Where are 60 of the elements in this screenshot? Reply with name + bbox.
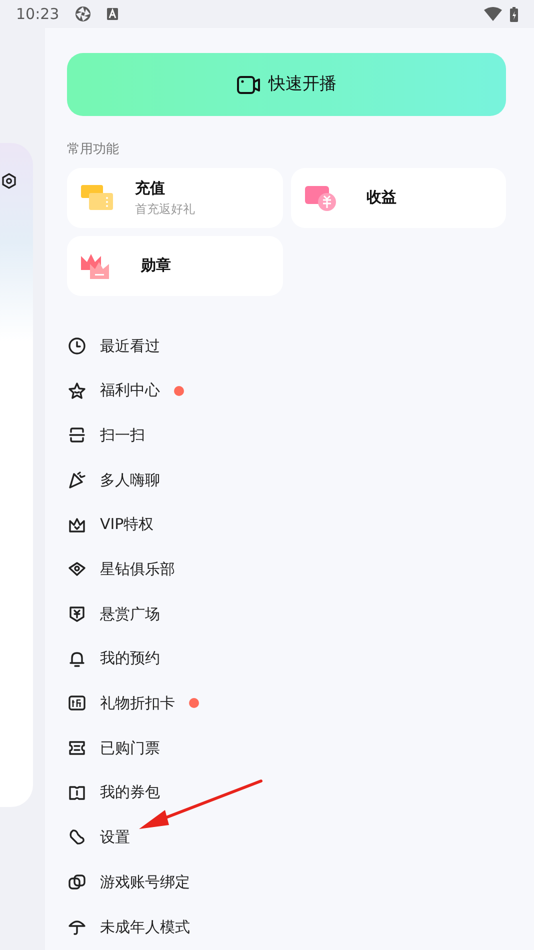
card-title: 充值 xyxy=(135,178,166,200)
card-title: 勋章 xyxy=(141,255,171,276)
diamond-eye-icon xyxy=(68,560,86,578)
menu-label: 扫一扫 xyxy=(100,424,145,446)
discount-card-icon xyxy=(68,694,86,712)
crown-icon xyxy=(68,516,86,534)
menu-item[interactable]: VIP特权 xyxy=(67,502,506,547)
keyboard-icon xyxy=(107,8,118,20)
menu-item[interactable]: 已购门票 xyxy=(67,726,506,770)
card-title: 收益 xyxy=(366,187,396,208)
scan-icon xyxy=(68,426,86,444)
menu-label: 星钻俱乐部 xyxy=(100,559,175,580)
menu-label: 多人嗨聊 xyxy=(100,470,160,491)
menu-item[interactable]: 扫一扫 xyxy=(67,412,506,458)
card-subtitle: 首充返好礼 xyxy=(135,200,195,218)
wallet-coin-icon xyxy=(304,184,336,212)
quick-live-button[interactable]: 快速开播 xyxy=(67,53,506,116)
menu-item[interactable]: 我的券包 xyxy=(67,770,506,816)
menu-item[interactable]: 礼物折扣卡 xyxy=(67,681,506,726)
settings-icon xyxy=(1,173,17,189)
section-title: 常用功能 xyxy=(67,141,120,159)
shield-yen-icon xyxy=(68,604,86,623)
umbrella-icon xyxy=(68,918,86,936)
menu-label: 设置 xyxy=(100,827,130,848)
bell-icon xyxy=(68,650,86,668)
linked-squares-icon xyxy=(68,873,86,892)
menu-item[interactable]: 最近看过 xyxy=(67,324,506,368)
menu-label: 最近看过 xyxy=(100,336,160,357)
battery-icon xyxy=(510,6,518,22)
star-icon xyxy=(68,382,86,400)
ticket-icon xyxy=(81,184,115,212)
menu-item[interactable]: 多人嗨聊 xyxy=(67,458,506,502)
menu-label: 悬赏广场 xyxy=(100,604,160,625)
video-camera-icon xyxy=(236,74,260,94)
coupon-icon xyxy=(68,784,86,802)
menu-label: 已购门票 xyxy=(100,738,160,759)
menu-item[interactable]: 福利中心 xyxy=(67,368,506,413)
menu-item[interactable]: 星钻俱乐部 xyxy=(67,546,506,592)
menu-item[interactable]: 未成年人模式 xyxy=(67,904,506,950)
app-icon xyxy=(75,6,92,22)
feature-card[interactable]: 勋章 xyxy=(67,236,282,296)
menu-item[interactable]: 游戏账号绑定 xyxy=(67,860,506,904)
status-time: 10:23 xyxy=(16,4,60,25)
feature-card[interactable]: 收益 xyxy=(290,168,506,228)
menu-label: 游戏账号绑定 xyxy=(100,872,190,893)
menu-label: 礼物折扣卡 xyxy=(100,693,175,714)
menu-label: 福利中心 xyxy=(100,380,160,402)
menu-label: 我的券包 xyxy=(100,782,160,804)
feature-card[interactable]: 充值 首充返好礼 xyxy=(67,168,282,228)
ticket-icon xyxy=(68,739,86,758)
menu-item[interactable]: 设置 xyxy=(67,815,506,860)
party-popper-icon xyxy=(68,470,86,489)
clock-icon xyxy=(68,336,86,355)
menu-label: 未成年人模式 xyxy=(100,916,190,938)
wifi-icon xyxy=(484,7,502,21)
menu-item[interactable]: 我的预约 xyxy=(67,636,506,681)
menu-label: 我的预约 xyxy=(100,648,160,670)
crown-icon xyxy=(81,252,111,280)
menu-label: VIP特权 xyxy=(100,514,154,536)
menu-item[interactable]: 悬赏广场 xyxy=(67,592,506,636)
